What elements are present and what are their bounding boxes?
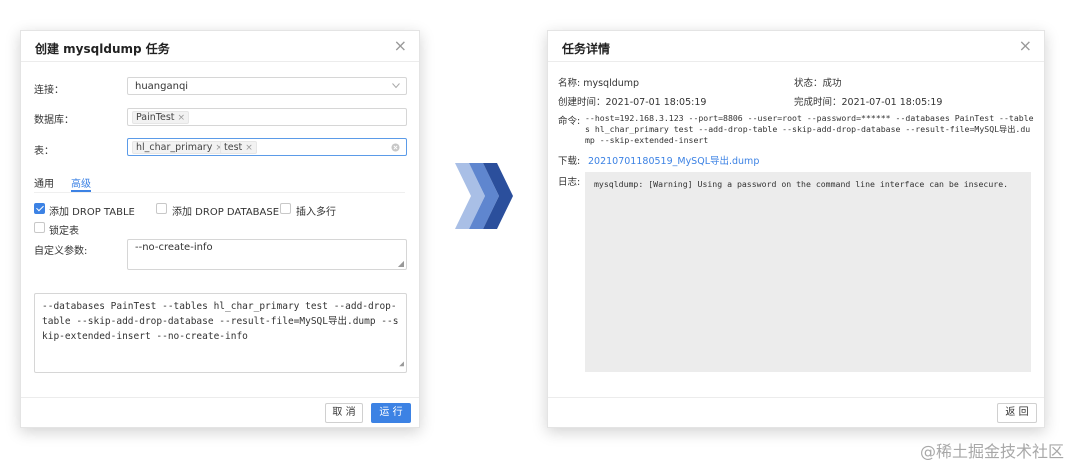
command-preview-textarea[interactable]: --databases PainTest --tables hl_char_pr… (34, 293, 407, 373)
footer-divider (548, 397, 1044, 398)
resize-handle-icon[interactable]: ◢ (399, 356, 404, 371)
command-label: 命令: (558, 116, 581, 127)
database-tag: PainTest × (132, 111, 190, 124)
log-label: 日志: (558, 177, 581, 188)
close-icon[interactable]: × (394, 36, 407, 55)
created-label: 创建时间： (558, 97, 606, 108)
tabs-divider (34, 192, 405, 193)
create-mysqldump-dialog: 创建 mysqldump 任务 × 连接： huanganqi 数据库： Pai… (20, 30, 420, 428)
add-drop-database-checkbox[interactable] (156, 203, 167, 214)
tab-general[interactable]: 通用 (34, 175, 54, 190)
lock-tables-checkbox[interactable] (34, 222, 45, 233)
run-button[interactable]: 运 行 (371, 403, 411, 423)
connection-select[interactable]: huanganqi (127, 77, 407, 95)
add-drop-table-checkbox[interactable] (34, 203, 45, 214)
clear-circle-icon[interactable] (391, 143, 400, 152)
back-button[interactable]: 返 回 (997, 403, 1037, 423)
log-output: mysqldump: [Warning] Using a password on… (585, 172, 1031, 372)
tag-remove-icon[interactable]: × (245, 143, 253, 153)
divider (548, 61, 1044, 62)
completed-label: 完成时间： (794, 97, 842, 108)
database-label: 数据库： (34, 115, 74, 126)
completed-time-field: 完成时间：2021-07-01 18:05:19 (794, 94, 942, 108)
cancel-button[interactable]: 取 消 (325, 403, 363, 423)
status-field: 状态：成功 (794, 75, 842, 89)
log-text: mysqldump: [Warning] Using a password on… (594, 179, 1009, 189)
tag-remove-icon[interactable]: × (178, 113, 186, 123)
name-field: 名称: mysqldump (558, 75, 639, 89)
command-preview-text: --databases PainTest --tables hl_char_pr… (42, 301, 399, 342)
add-drop-database-label: 添加 DROP DATABASE (172, 207, 280, 218)
add-drop-table-label: 添加 DROP TABLE (49, 207, 135, 218)
status-value: 成功 (822, 78, 842, 89)
dialog-title: 创建 mysqldump 任务 (35, 42, 170, 56)
custom-params-label: 自定义参数: (34, 246, 88, 257)
custom-params-value: --no-create-info (135, 242, 213, 253)
download-label: 下载: (558, 156, 581, 167)
tab-advanced[interactable]: 高级 (71, 175, 91, 190)
created-time-field: 创建时间：2021-07-01 18:05:19 (558, 94, 706, 108)
name-label: 名称: (558, 78, 581, 89)
connection-value: huanganqi (135, 81, 189, 92)
command-value: --host=192.168.3.123 --port=8806 --user=… (585, 113, 1034, 145)
connection-label: 连接： (34, 85, 64, 96)
database-select[interactable]: PainTest × (127, 108, 407, 126)
download-link[interactable]: 20210701180519_MySQL导出.dump (588, 153, 759, 167)
name-value: mysqldump (583, 78, 640, 89)
dialog-title: 任务详情 (562, 42, 611, 56)
created-value: 2021-07-01 18:05:19 (605, 97, 707, 108)
resize-handle-icon[interactable]: ◢ (398, 259, 404, 268)
insert-multi-rows-checkbox[interactable] (280, 203, 291, 214)
footer-divider (21, 397, 419, 398)
table-tag: hl_char_primary× (132, 141, 227, 154)
status-label: 状态： (794, 78, 823, 89)
lock-tables-label: 锁定表 (49, 226, 79, 237)
task-detail-dialog: 任务详情 × 名称: mysqldump 状态：成功 创建时间：2021-07-… (547, 30, 1045, 428)
triple-chevron-arrow-icon (455, 163, 513, 229)
table-label: 表： (34, 146, 54, 157)
watermark: @稀土掘金技术社区 (919, 442, 1064, 461)
custom-params-input[interactable]: --no-create-info ◢ (127, 239, 407, 270)
table-tag: test × (220, 141, 257, 154)
divider (21, 61, 419, 62)
chevron-down-icon (392, 83, 400, 89)
close-icon[interactable]: × (1019, 36, 1032, 55)
completed-value: 2021-07-01 18:05:19 (841, 97, 943, 108)
table-select[interactable]: hl_char_primary× test× (127, 138, 407, 156)
insert-multi-rows-label: 插入多行 (296, 207, 336, 218)
